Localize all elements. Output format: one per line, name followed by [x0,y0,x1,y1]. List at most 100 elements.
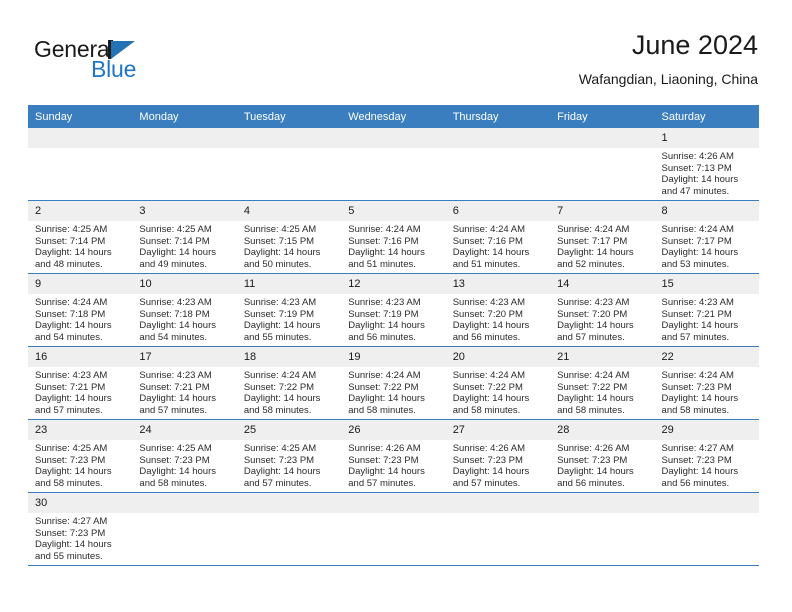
calendar-day-cell[interactable]: 11 Sunrise: 4:23 AM Sunset: 7:19 PM Dayligh… [236,273,342,347]
day-number: 8 [654,201,759,221]
day-sunset-text: Sunset: 7:18 PM [35,308,106,320]
day-daylight-1-text: Daylight: 14 hours [452,393,530,405]
day-daylight-1-text: Daylight: 14 hours [139,247,216,259]
day-number [550,128,655,148]
calendar-day-cell[interactable]: 8 Sunrise: 4:24 AM Sunset: 7:17 PM Daylight… [654,200,759,274]
calendar-day-cell[interactable]: 13 Sunrise: 4:23 AM Sunset: 7:20 PM Dayligh… [445,273,551,347]
calendar-day-cell[interactable]: 6 Sunrise: 4:24 AM Sunset: 7:16 PM Daylight… [445,200,551,274]
day-daylight-1-text: Daylight: 14 hours [348,320,425,332]
calendar-day-cell-empty [445,128,551,201]
page-header: General Blue June 2024 Wafangdian, Liaon… [34,28,758,100]
day-sunset-text: Sunset: 7:23 PM [661,381,732,393]
day-number: 7 [550,201,655,221]
calendar-day-cell[interactable]: 14 Sunrise: 4:23 AM Sunset: 7:20 PM Dayligh… [550,273,655,347]
day-sunrise-text: Sunrise: 4:24 AM [557,370,630,381]
day-daylight-1-text: Daylight: 14 hours [35,247,112,259]
day-sun-info: Sunrise: 4:24 AM Sunset: 7:17 PM Daylight:… [655,221,759,270]
day-sun-info: Sunrise: 4:23 AM Sunset: 7:18 PM Daylight:… [132,294,236,343]
day-sunset-text: Sunset: 7:13 PM [661,162,732,174]
calendar-day-cell[interactable]: 25 Sunrise: 4:25 AM Sunset: 7:23 PM Dayligh… [236,419,342,493]
day-sunrise-text: Sunrise: 4:24 AM [661,224,734,235]
day-sunrise-text: Sunrise: 4:25 AM [35,224,108,235]
day-sunset-text: Sunset: 7:14 PM [139,235,210,247]
day-sunrise-text: Sunrise: 4:23 AM [243,297,317,308]
day-sun-info: Sunrise: 4:23 AM Sunset: 7:21 PM Daylight:… [655,294,759,343]
calendar-day-cell-empty [550,492,655,566]
day-number: 19 [341,347,446,367]
calendar-day-cell[interactable]: 27 Sunrise: 4:26 AM Sunset: 7:23 PM Dayligh… [445,419,551,493]
day-daylight-1-text: Daylight: 14 hours [661,247,739,259]
day-daylight-2-text: and 52 minutes. [557,258,625,270]
calendar-day-cell[interactable]: 10 Sunrise: 4:23 AM Sunset: 7:18 PM Dayligh… [132,273,237,347]
day-daylight-2-text: and 56 minutes. [348,331,416,343]
day-number [236,493,342,513]
day-number: 16 [28,347,133,367]
day-number: 5 [341,201,446,221]
day-daylight-2-text: and 49 minutes. [139,258,208,270]
calendar-day-cell-empty [236,128,342,201]
calendar-body: 1 Sunrise: 4:26 AM Sunset: 7:13 PM Daylight… [28,128,759,566]
day-sun-info: Sunrise: 4:24 AM Sunset: 7:23 PM Daylight:… [655,367,759,416]
day-sun-info: Sunrise: 4:25 AM Sunset: 7:23 PM Daylight:… [132,440,236,489]
day-sunset-text: Sunset: 7:23 PM [661,454,732,466]
calendar-day-cell[interactable]: 17 Sunrise: 4:23 AM Sunset: 7:21 PM Dayligh… [132,346,237,420]
day-number: 23 [28,420,133,440]
day-number: 25 [236,420,342,440]
day-number: 13 [445,274,551,294]
weekday-header-saturday: Saturday [654,105,759,128]
calendar-day-cell[interactable]: 18 Sunrise: 4:24 AM Sunset: 7:22 PM Dayligh… [236,346,342,420]
day-sun-info: Sunrise: 4:23 AM Sunset: 7:20 PM Daylight:… [550,294,654,343]
calendar-day-cell[interactable]: 5 Sunrise: 4:24 AM Sunset: 7:16 PM Daylight… [341,200,446,274]
calendar-day-cell[interactable]: 16 Sunrise: 4:23 AM Sunset: 7:21 PM Dayligh… [28,346,133,420]
calendar-day-cell-empty [654,492,759,566]
day-sun-info: Sunrise: 4:25 AM Sunset: 7:23 PM Daylight:… [28,440,132,489]
day-daylight-1-text: Daylight: 14 hours [348,247,425,259]
day-sun-info: Sunrise: 4:24 AM Sunset: 7:16 PM Daylight:… [446,221,550,270]
day-number [236,128,342,148]
day-sunrise-text: Sunrise: 4:23 AM [139,370,212,381]
day-daylight-1-text: Daylight: 14 hours [243,320,321,332]
day-daylight-1-text: Daylight: 14 hours [139,393,216,405]
calendar-day-cell[interactable]: 1 Sunrise: 4:26 AM Sunset: 7:13 PM Daylight… [654,128,759,201]
calendar-day-cell[interactable]: 12 Sunrise: 4:23 AM Sunset: 7:19 PM Dayligh… [341,273,446,347]
day-sunrise-text: Sunrise: 4:25 AM [139,443,212,454]
calendar-day-cell[interactable]: 4 Sunrise: 4:25 AM Sunset: 7:15 PM Daylight… [236,200,342,274]
calendar-day-cell[interactable]: 15 Sunrise: 4:23 AM Sunset: 7:21 PM Dayligh… [654,273,759,347]
calendar-page: General Blue June 2024 Wafangdian, Liaon… [0,0,792,612]
day-sunrise-text: Sunrise: 4:24 AM [243,370,317,381]
calendar-day-cell[interactable]: 23 Sunrise: 4:25 AM Sunset: 7:23 PM Dayligh… [28,419,133,493]
day-sunset-text: Sunset: 7:23 PM [35,454,106,466]
calendar-day-cell[interactable]: 29 Sunrise: 4:27 AM Sunset: 7:23 PM Dayligh… [654,419,759,493]
calendar-day-cell[interactable]: 24 Sunrise: 4:25 AM Sunset: 7:23 PM Dayligh… [132,419,237,493]
calendar-day-cell[interactable]: 2 Sunrise: 4:25 AM Sunset: 7:14 PM Daylight… [28,200,133,274]
calendar-day-cell[interactable]: 19 Sunrise: 4:24 AM Sunset: 7:22 PM Dayligh… [341,346,446,420]
calendar-day-cell[interactable]: 21 Sunrise: 4:24 AM Sunset: 7:22 PM Dayligh… [550,346,655,420]
calendar-day-cell[interactable]: 28 Sunrise: 4:26 AM Sunset: 7:23 PM Dayligh… [550,419,655,493]
calendar-day-cell[interactable]: 9 Sunrise: 4:24 AM Sunset: 7:18 PM Daylight… [28,273,133,347]
general-blue-logo[interactable]: General Blue [34,36,254,92]
day-number: 10 [132,274,237,294]
day-number: 14 [550,274,655,294]
day-sunset-text: Sunset: 7:14 PM [35,235,106,247]
calendar-week-row: 30 Sunrise: 4:27 AM Sunset: 7:23 PM Dayligh… [28,492,759,566]
calendar-day-cell[interactable]: 20 Sunrise: 4:24 AM Sunset: 7:22 PM Dayligh… [445,346,551,420]
day-sunset-text: Sunset: 7:15 PM [243,235,315,247]
day-daylight-2-text: and 57 minutes. [348,477,416,489]
weekday-header-tuesday: Tuesday [236,105,342,128]
day-sunset-text: Sunset: 7:23 PM [35,527,106,539]
calendar-day-cell[interactable]: 3 Sunrise: 4:25 AM Sunset: 7:14 PM Daylight… [132,200,237,274]
calendar-day-cell[interactable]: 22 Sunrise: 4:24 AM Sunset: 7:23 PM Dayligh… [654,346,759,420]
calendar-day-cell[interactable]: 26 Sunrise: 4:26 AM Sunset: 7:23 PM Dayligh… [341,419,446,493]
day-sunset-text: Sunset: 7:22 PM [348,381,419,393]
day-daylight-2-text: and 58 minutes. [452,404,521,416]
day-daylight-1-text: Daylight: 14 hours [35,393,112,405]
day-sun-info: Sunrise: 4:24 AM Sunset: 7:16 PM Daylight:… [341,221,445,270]
day-daylight-2-text: and 47 minutes. [661,185,730,197]
calendar-day-cell[interactable]: 30 Sunrise: 4:27 AM Sunset: 7:23 PM Dayligh… [28,492,133,566]
day-number: 9 [28,274,133,294]
day-sunset-text: Sunset: 7:21 PM [139,381,210,393]
calendar-day-cell[interactable]: 7 Sunrise: 4:24 AM Sunset: 7:17 PM Daylight… [550,200,655,274]
day-sunrise-text: Sunrise: 4:23 AM [139,297,212,308]
day-sunset-text: Sunset: 7:23 PM [557,454,628,466]
day-daylight-1-text: Daylight: 14 hours [661,320,739,332]
